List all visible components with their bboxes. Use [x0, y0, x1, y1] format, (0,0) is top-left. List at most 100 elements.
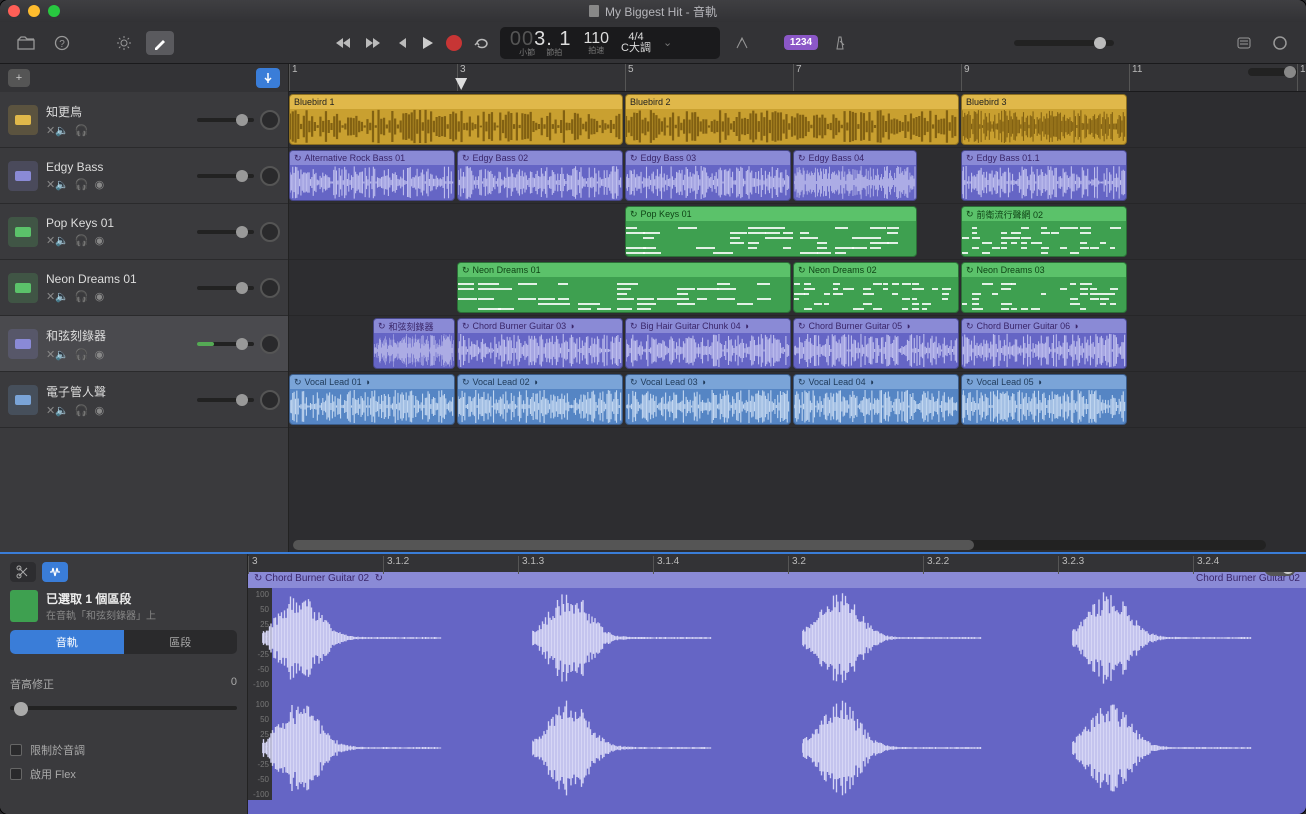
region[interactable]: ↻Neon Dreams 03 — [961, 262, 1127, 313]
notepad-button[interactable] — [1230, 31, 1258, 55]
window-close-button[interactable] — [8, 5, 20, 17]
library-button[interactable] — [12, 31, 40, 55]
track-pan-knob[interactable] — [260, 222, 280, 242]
region-label: Bluebird 2 — [630, 97, 671, 107]
record-button[interactable] — [446, 35, 462, 51]
track-volume-slider[interactable] — [197, 118, 254, 122]
region[interactable]: ↻Vocal Lead 01 ◑ — [289, 374, 455, 425]
region[interactable]: ↻前衛流行聲網 02 — [961, 206, 1127, 257]
region[interactable]: ↻Edgy Bass 04 — [793, 150, 917, 201]
editor-tab-track[interactable]: 音軌 — [10, 630, 124, 654]
track-pan-knob[interactable] — [260, 110, 280, 130]
tuner-button[interactable] — [728, 31, 756, 55]
forward-button[interactable] — [364, 36, 382, 50]
audio-editor: 已選取 1 個區段 在音軌「和弦刻錄器」上 音軌 區段 音高修正 0 限制於音調… — [0, 552, 1306, 814]
limit-to-key-checkbox[interactable]: 限制於音調 — [10, 742, 237, 758]
track-volume-slider[interactable] — [197, 342, 254, 346]
mute-icon[interactable]: ✕🔈 — [46, 348, 69, 361]
input-icon[interactable]: ◉ — [95, 178, 105, 191]
editor-waveform-area[interactable]: ⇆ 33.1.23.1.33.1.43.23.2.23.2.33.2.4 ↻ C… — [248, 554, 1306, 814]
settings-gear-icon[interactable] — [110, 31, 138, 55]
region[interactable]: ↻Alternative Rock Bass 01 — [289, 150, 455, 201]
editor-ruler[interactable]: 33.1.23.1.33.1.43.23.2.23.2.33.2.4 — [248, 554, 1306, 572]
track-header[interactable]: 電子管人聲 ✕🔈 🎧 ◉ — [0, 372, 288, 428]
arrange-area[interactable]: 1357911131517192123 Bluebird 1 Bluebird 2… — [289, 64, 1306, 552]
help-button[interactable]: ? — [48, 31, 76, 55]
track-pan-knob[interactable] — [260, 278, 280, 298]
mute-icon[interactable]: ✕🔈 — [46, 178, 69, 191]
add-track-button[interactable]: + — [8, 69, 30, 87]
track-volume-slider[interactable] — [197, 174, 254, 178]
headphone-icon[interactable]: 🎧 — [75, 234, 89, 247]
region[interactable]: Bluebird 1 — [289, 94, 623, 145]
track-pan-knob[interactable] — [260, 334, 280, 354]
headphone-icon[interactable]: 🎧 — [75, 290, 89, 303]
mute-icon[interactable]: ✕🔈 — [46, 404, 69, 417]
editor-scissors-icon[interactable] — [10, 562, 36, 582]
region[interactable]: ↻Edgy Bass 01.1 — [961, 150, 1127, 201]
enable-flex-checkbox[interactable]: 啟用 Flex — [10, 766, 237, 782]
headphone-icon[interactable]: 🎧 — [75, 348, 89, 361]
region[interactable]: ↻Vocal Lead 02 ◑ — [457, 374, 623, 425]
edit-pencil-icon[interactable] — [146, 31, 174, 55]
mute-icon[interactable]: ✕🔈 — [46, 234, 69, 247]
waveform-burst — [262, 698, 442, 798]
region[interactable]: ↻Chord Burner Guitar 05 ◑ — [793, 318, 959, 369]
editor-wave-icon[interactable] — [42, 562, 68, 582]
metronome-icon[interactable] — [826, 31, 854, 55]
region[interactable]: ↻Vocal Lead 03 ◑ — [625, 374, 791, 425]
window-minimize-button[interactable] — [28, 5, 40, 17]
play-button[interactable] — [420, 35, 434, 51]
track-pan-knob[interactable] — [260, 166, 280, 186]
headphone-icon[interactable]: 🎧 — [75, 404, 89, 417]
loop-icon: ↻ — [462, 377, 470, 388]
track-filter-button[interactable] — [256, 68, 280, 88]
ruler-mark: 7 — [793, 64, 802, 91]
master-volume-slider[interactable] — [1014, 40, 1114, 46]
count-in-pill[interactable]: 1234 — [784, 35, 818, 50]
region[interactable]: ↻Chord Burner Guitar 03 ◑ — [457, 318, 623, 369]
track-volume-slider[interactable] — [197, 398, 254, 402]
track-volume-slider[interactable] — [197, 230, 254, 234]
rewind-button[interactable] — [334, 36, 352, 50]
mute-icon[interactable]: ✕🔈 — [46, 124, 69, 137]
lcd-dropdown-icon[interactable]: ⌄ — [663, 36, 672, 49]
region[interactable]: ↻Big Hair Guitar Chunk 04 ◑ — [625, 318, 791, 369]
horizontal-zoom-slider[interactable] — [1248, 68, 1298, 76]
track-volume-slider[interactable] — [197, 286, 254, 290]
region[interactable]: ↻和弦刻錄器 — [373, 318, 455, 369]
window-zoom-button[interactable] — [48, 5, 60, 17]
track-header[interactable]: 和弦刻錄器 ✕🔈 🎧 ◉ — [0, 316, 288, 372]
region[interactable]: ↻Neon Dreams 01 — [457, 262, 791, 313]
pitch-correction-slider[interactable] — [10, 700, 237, 716]
region[interactable]: ↻Edgy Bass 02 — [457, 150, 623, 201]
cycle-button[interactable] — [474, 36, 492, 50]
headphone-icon[interactable]: 🎧 — [75, 124, 89, 137]
horizontal-scrollbar[interactable] — [293, 540, 1266, 550]
region[interactable]: Bluebird 3 — [961, 94, 1127, 145]
region[interactable]: ↻Chord Burner Guitar 06 ◑ — [961, 318, 1127, 369]
input-icon[interactable]: ◉ — [95, 290, 105, 303]
region[interactable]: ↻Edgy Bass 03 — [625, 150, 791, 201]
input-icon[interactable]: ◉ — [95, 234, 105, 247]
region[interactable]: ↻Vocal Lead 04 ◑ — [793, 374, 959, 425]
timeline-ruler[interactable]: 1357911131517192123 — [289, 64, 1306, 92]
headphone-icon[interactable]: 🎧 — [75, 178, 89, 191]
region[interactable]: Bluebird 2 — [625, 94, 959, 145]
input-icon[interactable]: ◉ — [95, 348, 105, 361]
lcd-display[interactable]: 003. 1 小節 節拍 110 拍速 4/4 C大調 ⌄ — [500, 27, 720, 59]
go-to-start-button[interactable] — [394, 36, 408, 50]
track-header[interactable]: Neon Dreams 01 ✕🔈 🎧 ◉ — [0, 260, 288, 316]
region[interactable]: ↻Pop Keys 01 — [625, 206, 917, 257]
editor-tab-region[interactable]: 區段 — [124, 630, 238, 654]
track-header[interactable]: 知更鳥 ✕🔈 🎧 — [0, 92, 288, 148]
region[interactable]: ↻Neon Dreams 02 — [793, 262, 959, 313]
region[interactable]: ↻Vocal Lead 05 ◑ — [961, 374, 1127, 425]
track-header[interactable]: Edgy Bass ✕🔈 🎧 ◉ — [0, 148, 288, 204]
mute-icon[interactable]: ✕🔈 — [46, 290, 69, 303]
input-icon[interactable]: ◉ — [95, 404, 105, 417]
editor-tab-segment[interactable]: 音軌 區段 — [10, 630, 237, 654]
loop-browser-button[interactable] — [1266, 31, 1294, 55]
track-header[interactable]: Pop Keys 01 ✕🔈 🎧 ◉ — [0, 204, 288, 260]
track-pan-knob[interactable] — [260, 390, 280, 410]
